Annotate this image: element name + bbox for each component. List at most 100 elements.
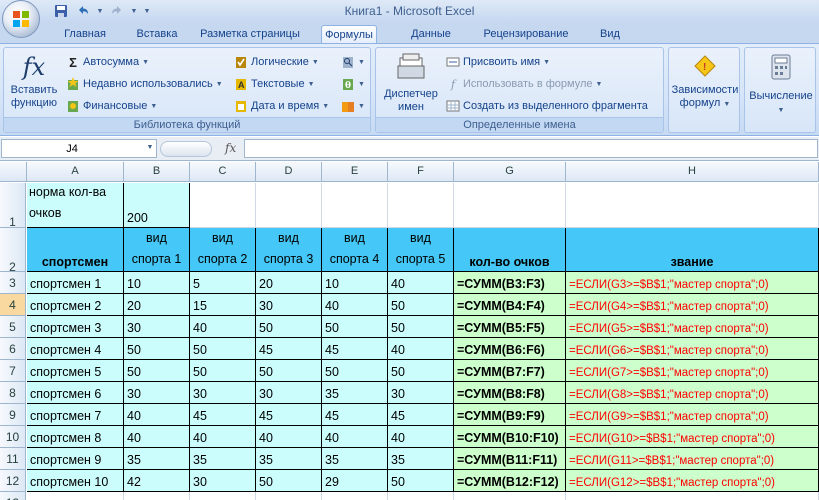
cell-f8[interactable]: 30 bbox=[388, 382, 454, 404]
row-header-2[interactable]: 2 bbox=[0, 228, 26, 274]
lookup-button[interactable]: ▼ bbox=[341, 53, 365, 71]
logical-button[interactable]: Логические ▼ bbox=[234, 53, 319, 71]
cell-a5[interactable]: спортсмен 3 bbox=[27, 316, 124, 338]
cell-d8[interactable]: 30 bbox=[256, 382, 322, 404]
cell-b1[interactable]: 200 bbox=[124, 183, 190, 228]
cell-h5[interactable]: =ЕСЛИ(G5>=$B$1;"мастер спорта";0) bbox=[566, 316, 819, 338]
cell-a3[interactable]: спортсмен 1 bbox=[27, 272, 124, 294]
name-box[interactable]: J4 ▼ bbox=[1, 139, 157, 158]
cell-e3[interactable]: 10 bbox=[322, 272, 388, 294]
cell-f6[interactable]: 40 bbox=[388, 338, 454, 360]
cell-c10[interactable]: 40 bbox=[190, 426, 256, 448]
row-header-13[interactable]: 13 bbox=[0, 492, 26, 500]
column-header-e[interactable]: E bbox=[322, 162, 388, 182]
cell-b3[interactable]: 10 bbox=[124, 272, 190, 294]
cell-d2[interactable]: вид спорта 3 bbox=[256, 228, 322, 272]
cell-h3[interactable]: =ЕСЛИ(G3>=$B$1;"мастер спорта";0) bbox=[566, 272, 819, 294]
cell-b4[interactable]: 20 bbox=[124, 294, 190, 316]
cell-a12[interactable]: спортсмен 10 bbox=[27, 470, 124, 492]
row-header-12[interactable]: 12 bbox=[0, 470, 26, 492]
cell-e8[interactable]: 35 bbox=[322, 382, 388, 404]
cell-h11[interactable]: =ЕСЛИ(G11>=$B$1;"мастер спорта";0) bbox=[566, 448, 819, 470]
cell-a7[interactable]: спортсмен 5 bbox=[27, 360, 124, 382]
cell-f4[interactable]: 50 bbox=[388, 294, 454, 316]
row-header-9[interactable]: 9 bbox=[0, 404, 26, 426]
cell-h7[interactable]: =ЕСЛИ(G7>=$B$1;"мастер спорта";0) bbox=[566, 360, 819, 382]
tab-insert[interactable]: Вставка bbox=[127, 25, 187, 44]
cell-h6[interactable]: =ЕСЛИ(G6>=$B$1;"мастер спорта";0) bbox=[566, 338, 819, 360]
row-header-6[interactable]: 6 bbox=[0, 338, 26, 360]
cell-d10[interactable]: 40 bbox=[256, 426, 322, 448]
row-header-10[interactable]: 10 bbox=[0, 426, 26, 448]
cell-f10[interactable]: 40 bbox=[388, 426, 454, 448]
row-header-5[interactable]: 5 bbox=[0, 316, 26, 338]
cell-c11[interactable]: 35 bbox=[190, 448, 256, 470]
cell-a9[interactable]: спортсмен 7 bbox=[27, 404, 124, 426]
row-header-8[interactable]: 8 bbox=[0, 382, 26, 404]
cell-g3[interactable]: =СУММ(B3:F3) bbox=[454, 272, 566, 294]
formula-bar-divider-handle[interactable] bbox=[160, 141, 212, 157]
cell-b11[interactable]: 35 bbox=[124, 448, 190, 470]
cell-c1[interactable] bbox=[190, 183, 256, 228]
cell-a11[interactable]: спортсмен 9 bbox=[27, 448, 124, 470]
cell-f12[interactable]: 50 bbox=[388, 470, 454, 492]
cell-b13[interactable] bbox=[124, 492, 190, 500]
financial-button[interactable]: Финансовые ▼ bbox=[66, 97, 157, 115]
name-manager-button[interactable]: Диспетчер имен bbox=[378, 50, 444, 114]
cell-g8[interactable]: =СУММ(B8:F8) bbox=[454, 382, 566, 404]
cell-c7[interactable]: 50 bbox=[190, 360, 256, 382]
column-header-a[interactable]: A bbox=[27, 162, 124, 182]
column-header-d[interactable]: D bbox=[256, 162, 322, 182]
cell-g6[interactable]: =СУММ(B6:F6) bbox=[454, 338, 566, 360]
cell-h10[interactable]: =ЕСЛИ(G10>=$B$1;"мастер спорта";0) bbox=[566, 426, 819, 448]
date-time-button[interactable]: Дата и время ▼ bbox=[234, 97, 329, 115]
column-header-b[interactable]: B bbox=[124, 162, 190, 182]
cell-b8[interactable]: 30 bbox=[124, 382, 190, 404]
office-button[interactable] bbox=[2, 0, 40, 38]
cell-e2[interactable]: вид спорта 4 bbox=[322, 228, 388, 272]
cell-c2[interactable]: вид спорта 2 bbox=[190, 228, 256, 272]
cell-d5[interactable]: 50 bbox=[256, 316, 322, 338]
cell-c3[interactable]: 5 bbox=[190, 272, 256, 294]
row-header-4[interactable]: 4 bbox=[0, 294, 26, 316]
name-box-dropdown-icon[interactable]: ▼ bbox=[144, 144, 156, 151]
cell-f7[interactable]: 50 bbox=[388, 360, 454, 382]
recently-used-button[interactable]: Недавно использовались ▼ bbox=[66, 75, 223, 93]
cell-c4[interactable]: 15 bbox=[190, 294, 256, 316]
more-functions-button[interactable]: ▼ bbox=[341, 97, 365, 115]
cell-g13[interactable] bbox=[454, 492, 566, 500]
tab-home[interactable]: Главная bbox=[55, 25, 115, 44]
define-name-button[interactable]: Присвоить имя ▼ bbox=[446, 53, 550, 71]
cell-e4[interactable]: 40 bbox=[322, 294, 388, 316]
tab-formulas[interactable]: Формулы bbox=[321, 25, 377, 44]
cell-f1[interactable] bbox=[388, 183, 454, 228]
cell-c13[interactable] bbox=[190, 492, 256, 500]
cell-g5[interactable]: =СУММ(B5:F5) bbox=[454, 316, 566, 338]
cell-g12[interactable]: =СУММ(B12:F12) bbox=[454, 470, 566, 492]
cell-d6[interactable]: 45 bbox=[256, 338, 322, 360]
cell-g4[interactable]: =СУММ(B4:F4) bbox=[454, 294, 566, 316]
cell-h13[interactable] bbox=[566, 492, 819, 500]
cell-c8[interactable]: 30 bbox=[190, 382, 256, 404]
column-header-h[interactable]: H bbox=[566, 162, 819, 182]
column-header-g[interactable]: G bbox=[454, 162, 566, 182]
tab-view[interactable]: Вид bbox=[590, 25, 630, 44]
tab-page-layout[interactable]: Разметка страницы bbox=[193, 25, 307, 44]
create-from-selection-button[interactable]: Создать из выделенного фрагмента bbox=[446, 97, 648, 115]
cell-c6[interactable]: 50 bbox=[190, 338, 256, 360]
calculation-button[interactable]: Вычисление ▼ bbox=[745, 54, 817, 117]
formula-dependencies-button[interactable]: ! Зависимости формул ▼ bbox=[669, 54, 741, 111]
cell-g10[interactable]: =СУММ(B10:F10) bbox=[454, 426, 566, 448]
cell-h12[interactable]: =ЕСЛИ(G12>=$B$1;"мастер спорта";0) bbox=[566, 470, 819, 492]
cell-e6[interactable]: 45 bbox=[322, 338, 388, 360]
cell-d11[interactable]: 35 bbox=[256, 448, 322, 470]
insert-function-fx-icon[interactable]: fx bbox=[225, 141, 236, 155]
math-button[interactable]: θ ▼ bbox=[341, 75, 365, 93]
cell-d1[interactable] bbox=[256, 183, 322, 228]
cell-g2[interactable]: кол-во очков bbox=[454, 228, 566, 272]
use-in-formula-button[interactable]: f Использовать в формуле ▼ bbox=[446, 75, 603, 93]
cell-g11[interactable]: =СУММ(B11:F11) bbox=[454, 448, 566, 470]
cell-b5[interactable]: 30 bbox=[124, 316, 190, 338]
formula-input[interactable] bbox=[244, 139, 818, 158]
cell-a10[interactable]: спортсмен 8 bbox=[27, 426, 124, 448]
